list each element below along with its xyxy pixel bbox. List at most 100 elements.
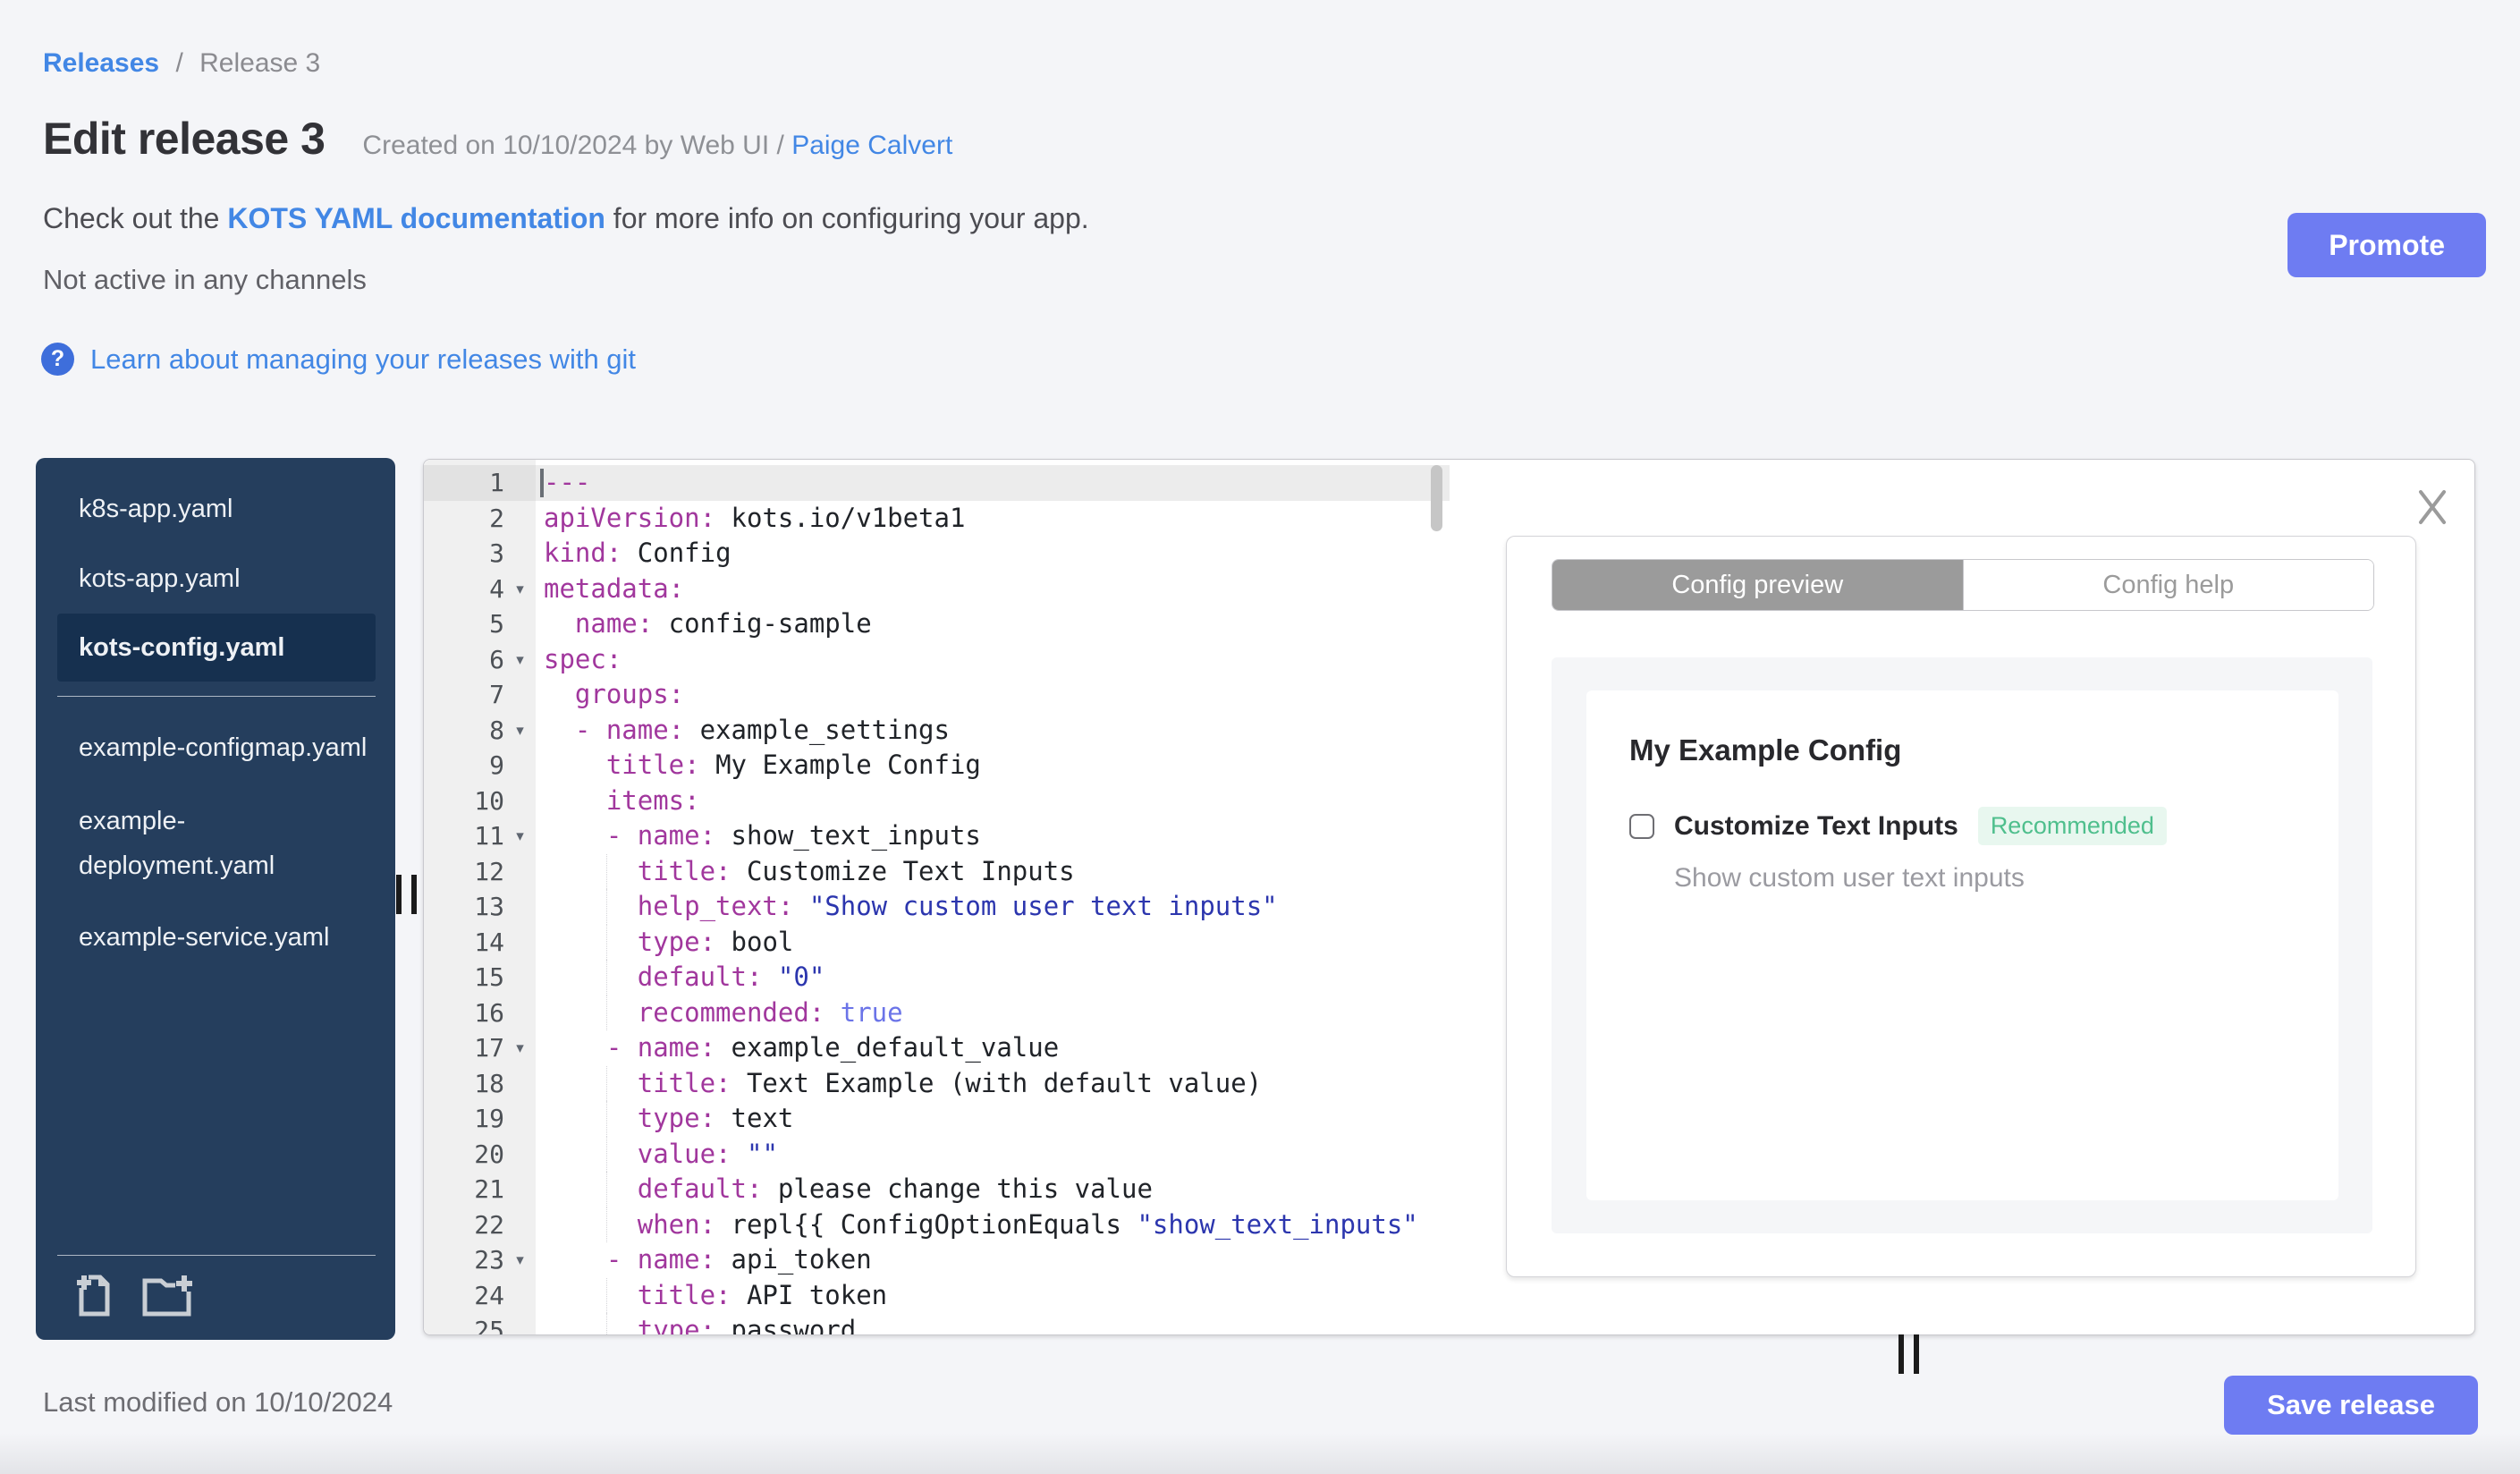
preview-resize-handle[interactable] [1898, 1334, 1919, 1374]
promote-button[interactable]: Promote [2287, 213, 2486, 277]
code-line[interactable]: 13 help_text: "Show custom user text inp… [424, 889, 1450, 925]
sidebar-resize-handle[interactable] [396, 875, 417, 914]
code-lines: 1 --- 2 apiVersion: kots.io/v1beta1 3 kind: C… [424, 465, 1450, 1334]
code-line[interactable]: 25 type: password [424, 1313, 1450, 1334]
file-item[interactable]: kots-app.yaml [36, 544, 395, 614]
config-group-title: My Example Config [1629, 733, 1902, 767]
line-number: 25 [474, 1316, 504, 1334]
code-line[interactable]: 10 items: [424, 784, 1450, 819]
breadcrumb-releases-link[interactable]: Releases [43, 48, 159, 78]
fold-arrow-icon[interactable]: ▾ [504, 1030, 536, 1066]
fold-arrow-icon[interactable]: ▾ [504, 642, 536, 678]
yaml-editor[interactable]: 1 --- 2 apiVersion: kots.io/v1beta1 3 kind: C… [424, 460, 1450, 1334]
code-line[interactable]: 1 --- [424, 465, 1450, 501]
new-file-icon[interactable] [75, 1274, 116, 1318]
tab-config-help[interactable]: Config help [1962, 560, 2373, 610]
code-line[interactable]: 17 ▾ - name: example_default_value [424, 1030, 1450, 1066]
code-line[interactable]: 9 title: My Example Config [424, 748, 1450, 784]
author-link[interactable]: Paige Calvert [791, 131, 952, 160]
code-line[interactable]: 23 ▾ - name: api_token [424, 1242, 1450, 1278]
code-token: name: [544, 608, 654, 639]
code-line[interactable]: 18 title: Text Example (with default val… [424, 1065, 1450, 1102]
channel-status: Not active in any channels [43, 264, 367, 295]
new-folder-icon[interactable] [141, 1274, 195, 1318]
code-line[interactable]: 12 title: Customize Text Inputs [424, 853, 1450, 890]
file-item[interactable]: k8s-app.yaml [36, 474, 395, 544]
code-line[interactable]: 5 name: config-sample [424, 606, 1450, 642]
code-token: "" [746, 1138, 778, 1169]
code-token: - name: [544, 714, 685, 745]
fold-arrow-icon[interactable]: ▾ [504, 818, 536, 854]
code-token: when: [544, 1208, 716, 1240]
line-number: 11 [474, 821, 504, 851]
editor-scrollbar-thumb[interactable] [1431, 465, 1442, 531]
code-line[interactable]: 7 groups: [424, 677, 1450, 713]
fold-arrow-icon[interactable]: ▾ [504, 713, 536, 749]
code-token: default: [544, 961, 763, 992]
line-number: 21 [474, 1174, 504, 1204]
line-number: 17 [474, 1033, 504, 1063]
line-number: 2 [489, 503, 504, 533]
file-item[interactable]: kots-config.yaml [57, 614, 376, 682]
line-number: 13 [474, 892, 504, 921]
file-item[interactable]: example-service.yaml [36, 902, 395, 972]
code-line[interactable]: 19 type: text [424, 1101, 1450, 1137]
breadcrumb: Releases / Release 3 [0, 0, 2520, 79]
code-line[interactable]: 11 ▾ - name: show_text_inputs [424, 818, 1450, 854]
code-line[interactable]: 4 ▾ metadata: [424, 572, 1450, 607]
line-number: 10 [474, 785, 504, 816]
code-token: example_default_value [715, 1032, 1060, 1063]
code-token: Config [622, 538, 731, 568]
docs-text-after: for more info on configuring your app. [605, 202, 1089, 234]
last-modified: Last modified on 10/10/2024 [43, 1386, 393, 1418]
git-docs-link[interactable]: Learn about managing your releases with … [90, 343, 636, 376]
file-sidebar: k8s-app.yaml kots-app.yaml kots-config.yam… [36, 458, 395, 1340]
config-item-label: Customize Text Inputs [1674, 810, 1958, 841]
code-line[interactable]: 14 type: bool [424, 924, 1450, 961]
code-line[interactable]: 15 default: "0" [424, 960, 1450, 995]
code-line[interactable]: 21 default: please change this value [424, 1172, 1450, 1207]
code-token: spec: [544, 643, 622, 674]
fold-arrow-icon[interactable]: ▾ [504, 1242, 536, 1278]
save-release-button[interactable]: Save release [2224, 1376, 2478, 1435]
config-item-row: Customize Text Inputs Recommended [1629, 807, 2338, 845]
code-token: config-sample [653, 608, 872, 639]
file-list-divider [57, 696, 376, 697]
code-line[interactable]: 6 ▾ spec: [424, 642, 1450, 678]
code-token: help_text: [544, 891, 794, 921]
line-number: 7 [489, 680, 504, 709]
fold-arrow-icon[interactable]: ▾ [504, 572, 536, 607]
config-preview-area: My Example Config Customize Text Inputs … [1552, 657, 2372, 1233]
code-line[interactable]: 2 apiVersion: kots.io/v1beta1 [424, 501, 1450, 537]
kots-docs-link[interactable]: KOTS YAML documentation [227, 202, 605, 234]
config-group-card: My Example Config Customize Text Inputs … [1586, 690, 2338, 1200]
title-row: Edit release 3 Created on 10/10/2024 by … [43, 113, 2520, 165]
code-token: type: [544, 926, 716, 957]
line-number: 18 [474, 1068, 504, 1098]
code-token: title: [544, 855, 731, 886]
code-line[interactable]: 16 recommended: true [424, 995, 1450, 1031]
code-token: My Example Config [699, 750, 981, 780]
code-token: "Show custom user text inputs" [808, 891, 1278, 921]
code-token: API token [731, 1279, 888, 1310]
code-token: - name: [544, 820, 716, 851]
code-line[interactable]: 3 kind: Config [424, 536, 1450, 572]
file-item[interactable]: example-configmap.yaml [36, 711, 395, 784]
file-item[interactable]: example-deployment.yaml [36, 784, 395, 902]
close-icon[interactable] [2412, 487, 2453, 528]
code-line[interactable]: 24 title: API token [424, 1277, 1450, 1314]
code-token: kots.io/v1beta1 [715, 502, 966, 533]
tab-config-preview[interactable]: Config preview [1552, 560, 1963, 610]
customize-text-inputs-checkbox[interactable] [1629, 813, 1654, 839]
code-token: items: [544, 784, 700, 816]
code-line[interactable]: 8 ▾ - name: example_settings [424, 713, 1450, 749]
line-number: 24 [474, 1280, 504, 1310]
code-line[interactable]: 20 value: "" [424, 1136, 1450, 1173]
code-token: kind: [544, 538, 622, 568]
code-line[interactable]: 22 when: repl{{ ConfigOptionEquals "show… [424, 1207, 1450, 1243]
code-token: default: [544, 1173, 763, 1204]
